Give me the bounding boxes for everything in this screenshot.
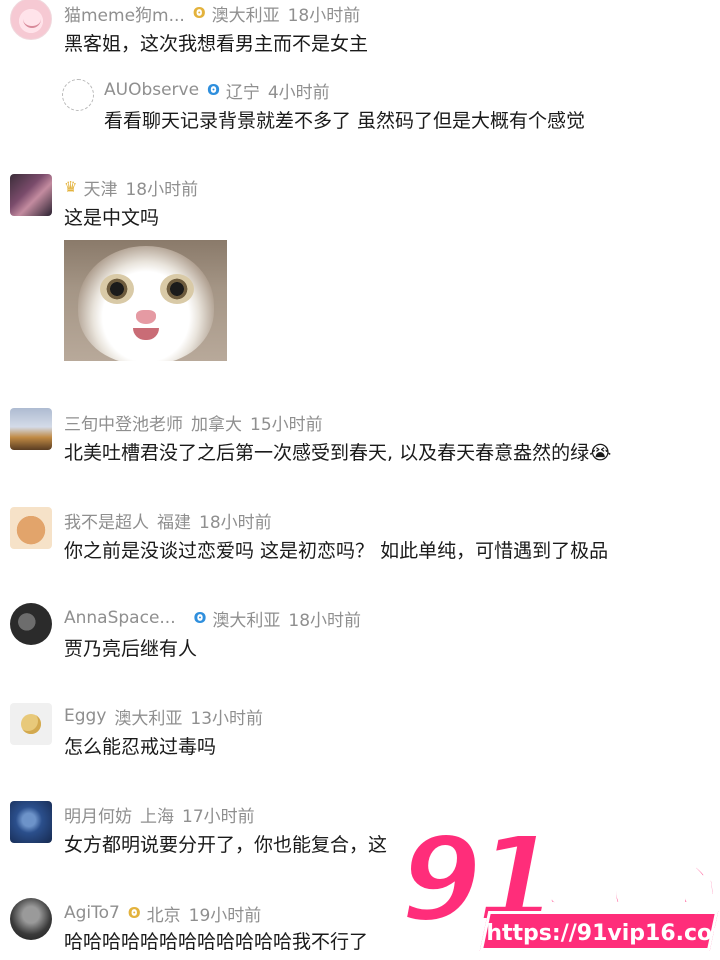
comment-meta: ♛ 天津 18小时前	[64, 175, 199, 200]
comment-text: 贾乃亮后继有人	[64, 638, 198, 660]
gold-ring-icon: ʘ	[192, 4, 206, 22]
comment-item: 三旬中登池老师 加拿大 15小时前 北美吐槽君没了之后第一次感受到春天, 以及春…	[0, 406, 720, 476]
comment-meta: Eggy 澳大利亚 13小时前	[64, 704, 264, 729]
location: 福建	[157, 512, 191, 533]
timestamp: 18小时前	[199, 512, 272, 533]
username[interactable]: AnnaSpace...	[64, 608, 176, 628]
comment-meta: AUObserve ʘ 辽宁 4小时前	[104, 78, 330, 103]
comment-item: Eggy 澳大利亚 13小时前 怎么能忍戒过毒吗	[0, 701, 720, 771]
blue-ring-icon: ʘ	[207, 81, 220, 99]
avatar[interactable]	[10, 174, 52, 216]
comment-item: AnnaSpace... ʘ 澳大利亚 18小时前 贾乃亮后继有人	[0, 603, 720, 673]
location: 澳大利亚	[212, 610, 281, 631]
timestamp: 15小时前	[250, 414, 323, 435]
timestamp: 17小时前	[182, 806, 255, 827]
comment-text: 看看聊天记录背景就差不多了 虽然码了但是大概有个感觉	[104, 110, 586, 132]
comment-meta: 猫meme狗m... ʘ 澳大利亚 18小时前	[64, 1, 361, 26]
comment-meta: 我不是超人 福建 18小时前	[64, 508, 272, 533]
username[interactable]: 明月何妨	[64, 802, 132, 827]
timestamp: 18小时前	[287, 5, 361, 26]
username[interactable]: 三旬中登池老师	[64, 410, 183, 435]
comment-text: 怎么能忍戒过毒吗	[64, 736, 217, 758]
crown-icon: ♛	[64, 178, 78, 196]
username[interactable]: AgiTo7	[64, 903, 120, 923]
timestamp: 18小时前	[125, 179, 199, 200]
avatar[interactable]	[10, 898, 52, 940]
location: 澳大利亚	[114, 708, 183, 729]
avatar[interactable]	[10, 603, 52, 645]
username[interactable]: AUObserve	[104, 80, 199, 100]
comment-meta: AnnaSpace... ʘ 澳大利亚 18小时前	[64, 606, 362, 631]
comment-text: 黑客姐，这次我想看男主而不是女主	[64, 33, 369, 55]
comment-text: 哈哈哈哈哈哈哈哈哈哈哈哈我不行了	[64, 931, 369, 953]
comment-meta: 三旬中登池老师 加拿大 15小时前	[64, 410, 323, 435]
watermark-url: https://91vip16.com	[479, 911, 720, 951]
location: 上海	[140, 806, 174, 827]
location: 北京	[146, 905, 181, 926]
cat-photo[interactable]	[64, 240, 227, 361]
location: 加拿大	[191, 414, 242, 435]
watermark-title: 吃瓜中心	[531, 860, 716, 913]
avatar[interactable]	[10, 0, 52, 40]
timestamp: 13小时前	[190, 708, 264, 729]
reply-item: AUObserve ʘ 辽宁 4小时前 看看聊天记录背景就差不多了 虽然码了但是…	[0, 76, 720, 140]
username[interactable]: Eggy	[64, 706, 106, 726]
comment-item: 猫meme狗m... ʘ 澳大利亚 18小时前 黑客姐，这次我想看男主而不是女主	[0, 0, 720, 64]
watermark-logo: 91 吃瓜中心 https://91vip16.com	[398, 818, 720, 960]
comment-meta: AgiTo7 ʘ 北京 19小时前	[64, 901, 262, 926]
avatar[interactable]	[10, 801, 52, 843]
avatar[interactable]	[10, 507, 52, 549]
comment-item: 我不是超人 福建 18小时前 你之前是没谈过恋爱吗 这是初恋吗？ 如此单纯，可惜…	[0, 505, 720, 575]
location: 天津	[83, 179, 118, 200]
timestamp: 4小时前	[267, 82, 330, 103]
timestamp: 18小时前	[288, 610, 362, 631]
avatar[interactable]	[62, 79, 94, 111]
timestamp: 19小时前	[188, 905, 262, 926]
avatar[interactable]	[10, 703, 52, 745]
gold-ring-icon: ʘ	[127, 904, 141, 922]
comment-text: 你之前是没谈过恋爱吗 这是初恋吗？ 如此单纯，可惜遇到了极品	[64, 540, 609, 562]
comment-text: 北美吐槽君没了之后第一次感受到春天, 以及春天春意盎然的绿😭	[64, 442, 612, 464]
username[interactable]: 猫meme狗m...	[64, 1, 185, 26]
comment-meta: 明月何妨 上海 17小时前	[64, 802, 255, 827]
comment-text: 这是中文吗	[64, 207, 160, 229]
comment-text: 女方都明说要分开了，你也能复合，这	[64, 834, 388, 856]
location: 澳大利亚	[211, 5, 280, 26]
avatar[interactable]	[10, 408, 52, 450]
location: 辽宁	[225, 82, 260, 103]
username[interactable]: 我不是超人	[64, 508, 149, 533]
blue-ring-icon: ʘ	[193, 609, 207, 627]
